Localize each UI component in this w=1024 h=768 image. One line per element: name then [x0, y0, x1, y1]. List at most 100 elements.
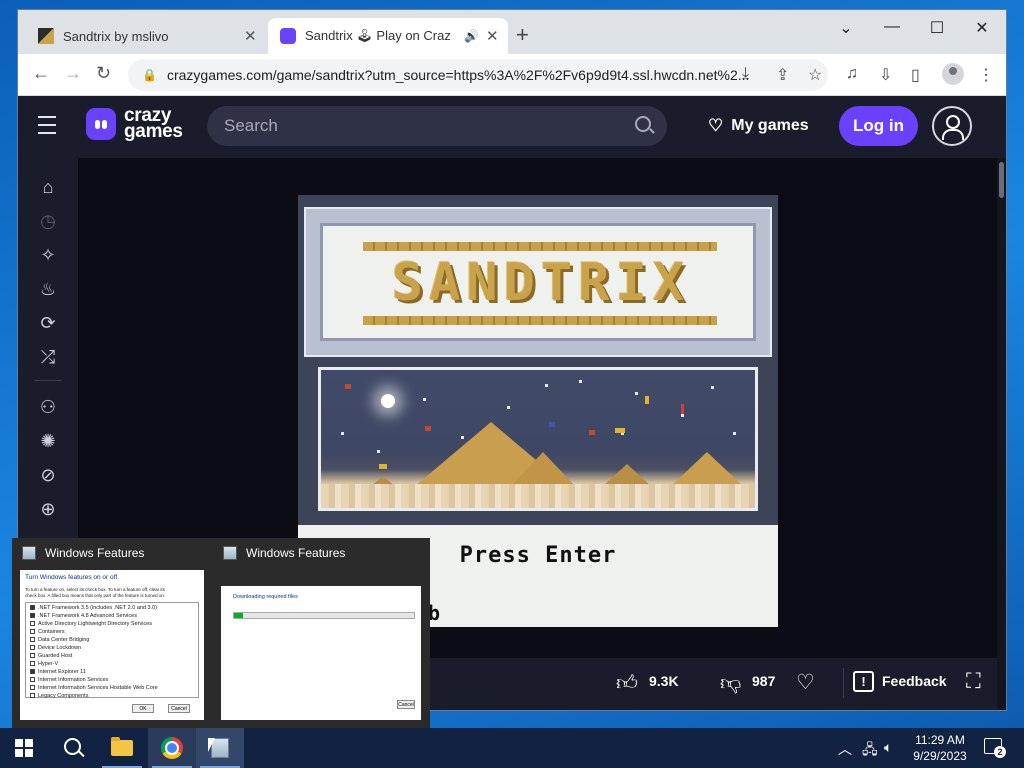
taskbar-search-button[interactable]: [48, 728, 96, 768]
clock-date: 9/29/2023: [913, 749, 967, 763]
preview-thumbnail-features[interactable]: Turn Windows features on or off To turn …: [20, 570, 204, 720]
media-control-icon[interactable]: ♫: [846, 65, 858, 83]
scrollbar-thumb[interactable]: [999, 162, 1004, 198]
recent-clock-icon[interactable]: ◷: [37, 210, 59, 232]
preview-title[interactable]: Windows Features: [223, 546, 345, 560]
preview-thumbnail-download[interactable]: Downloading required files Cancel: [221, 586, 421, 720]
search-input[interactable]: Search: [207, 106, 667, 146]
user-account-icon[interactable]: [932, 106, 972, 146]
volume-muted-icon[interactable]: 🔈︎: [884, 739, 892, 756]
chrome-menu-icon[interactable]: ⋮: [978, 65, 994, 85]
tab-title: Sandtrix 🕹 Play on CrazyGa: [305, 28, 451, 43]
updated-refresh-icon[interactable]: ⟳: [37, 312, 59, 334]
chrome-icon: [161, 737, 183, 759]
preview-title[interactable]: Windows Features: [22, 546, 144, 560]
cancel-button[interactable]: Cancel: [168, 704, 190, 713]
basketball-icon[interactable]: ⊕: [37, 498, 59, 520]
tab-close-icon[interactable]: ✕: [486, 27, 499, 45]
windows-features-icon: [223, 546, 237, 560]
favorite-heart-icon[interactable]: ♡: [796, 670, 815, 695]
back-arrow-icon[interactable]: ←: [32, 63, 50, 84]
star: [545, 384, 548, 387]
thumbs-down-icon[interactable]: 👎︎: [720, 670, 741, 696]
start-button[interactable]: [0, 728, 48, 768]
title-stripe: [363, 242, 717, 251]
feedback-button[interactable]: Feedback: [882, 673, 947, 689]
forward-arrow-icon[interactable]: →: [64, 63, 82, 84]
share-icon[interactable]: ⇪: [776, 65, 789, 85]
site-header: crazy games Search ♡ My games Log in: [18, 96, 1006, 158]
adventure-compass-icon[interactable]: ⊘: [37, 464, 59, 486]
feedback-icon[interactable]: !: [853, 671, 874, 692]
title-frame: SANDTRIX: [304, 207, 772, 357]
tab-sandtrix-itch[interactable]: Sandtrix by mslivo ✕: [26, 18, 264, 54]
falling-block: [589, 430, 595, 435]
install-app-icon[interactable]: ⤓: [742, 65, 749, 83]
search-placeholder: Search: [224, 116, 278, 135]
file-explorer-button[interactable]: [98, 728, 146, 768]
pyramid: [603, 464, 651, 486]
tab-title: Sandtrix by mslivo: [63, 28, 169, 44]
cancel-button[interactable]: Cancel: [397, 700, 415, 709]
star: [377, 450, 380, 453]
close-window-button[interactable]: ✕: [962, 18, 1002, 38]
new-sparkle-icon[interactable]: ✧: [37, 244, 59, 266]
audio-playing-icon[interactable]: 🔊: [464, 29, 479, 43]
bookmark-star-icon[interactable]: ☆: [808, 65, 822, 85]
minimize-button[interactable]: —: [872, 18, 912, 36]
new-tab-button[interactable]: +: [516, 24, 529, 46]
features-list[interactable]: .NET Framework 3.5 (includes .NET 2.0 an…: [25, 602, 199, 699]
falling-block: [645, 396, 649, 404]
crazygames-logo-icon: [86, 108, 116, 140]
chevron-up-icon[interactable]: ︿: [838, 739, 852, 759]
thumbs-up-icon[interactable]: 👍︎: [616, 670, 638, 696]
windows-features-taskbar-button[interactable]: [196, 728, 244, 768]
itch-favicon-icon: [38, 28, 54, 44]
side-panel-icon[interactable]: ▯: [911, 65, 920, 85]
network-icon[interactable]: 🖧︎: [862, 739, 878, 763]
action-icon[interactable]: ✺: [37, 430, 59, 452]
star: [681, 414, 684, 417]
multiplayer-icon[interactable]: ⚇: [37, 396, 59, 418]
random-shuffle-icon[interactable]: ⤮: [37, 346, 59, 368]
reload-icon[interactable]: ↻: [96, 63, 111, 84]
folder-icon: [111, 737, 133, 756]
maximize-button[interactable]: ☐: [917, 18, 957, 38]
lock-icon: 🔒: [142, 68, 157, 82]
moon-glow: [381, 394, 395, 408]
falling-block: [379, 464, 387, 469]
tab-sandtrix-crazygames[interactable]: Sandtrix 🕹 Play on CrazyGa 🔊 ✕: [268, 18, 508, 54]
page-scrollbar[interactable]: [997, 158, 1006, 710]
browser-toolbar: ← → ↻ 🔒 crazygames.com/game/sandtrix?utm…: [18, 54, 1006, 96]
clock-time: 11:29 AM: [915, 733, 965, 747]
windows-taskbar: ︿ 🖧︎ 🔈︎ 11:29 AM 9/29/2023 2: [0, 728, 1024, 768]
star: [341, 432, 344, 435]
crazygames-favicon-icon: [280, 28, 296, 44]
search-icon[interactable]: [635, 116, 651, 132]
menu-toggle-icon[interactable]: [38, 116, 60, 136]
windows-features-icon: [22, 546, 36, 560]
notification-count-badge: 2: [994, 746, 1006, 758]
title-stripe: [363, 316, 717, 325]
pyramid: [511, 452, 575, 486]
chrome-taskbar-button[interactable]: [148, 728, 196, 768]
fullscreen-icon[interactable]: ⛶: [966, 670, 981, 694]
my-games-link[interactable]: ♡ My games: [708, 116, 809, 136]
sand-dunes: [321, 484, 755, 508]
system-clock[interactable]: 11:29 AM 9/29/2023: [900, 732, 980, 764]
search-icon: [63, 737, 81, 755]
crazygames-logo[interactable]: crazy games: [86, 106, 183, 141]
downloads-icon[interactable]: ⇩: [879, 65, 892, 85]
falling-block: [681, 404, 684, 414]
progress-fill: [234, 613, 243, 618]
like-count: 9.3K: [649, 673, 679, 689]
address-bar[interactable]: 🔒 crazygames.com/game/sandtrix?utm_sourc…: [128, 59, 828, 91]
trending-flame-icon[interactable]: ♨: [37, 278, 59, 300]
ok-button[interactable]: OK: [132, 704, 154, 713]
login-button[interactable]: Log in: [839, 106, 918, 146]
home-icon[interactable]: ⌂: [37, 176, 59, 198]
profile-avatar-icon[interactable]: [942, 63, 964, 85]
tab-close-icon[interactable]: ✕: [244, 27, 257, 45]
star: [579, 380, 582, 383]
tab-search-button[interactable]: ⌄: [826, 18, 866, 38]
